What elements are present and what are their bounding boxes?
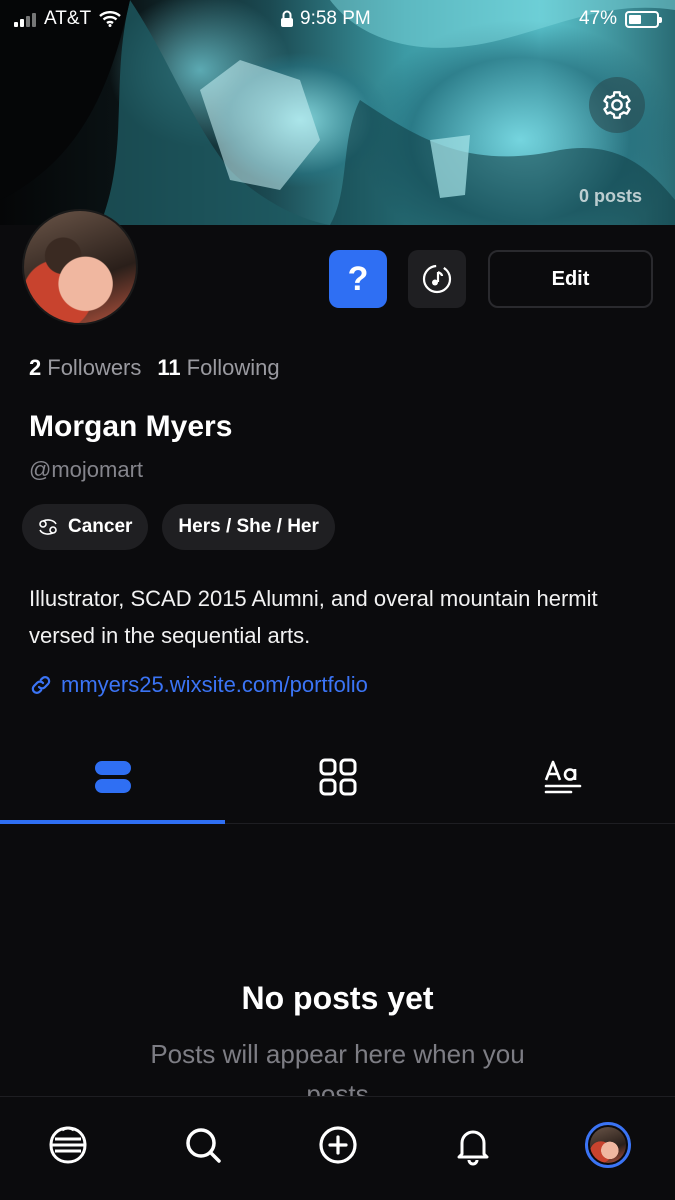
music-note-icon [422,264,452,294]
cancer-zodiac-icon [39,519,57,535]
battery-percent: 47% [578,8,617,29]
content-tabs [0,730,675,824]
pronouns-chip[interactable]: Hers / She / Her [162,504,335,550]
followers-label: Followers [47,355,142,380]
bottom-navigation [0,1096,675,1200]
nav-notifications[interactable] [443,1115,503,1175]
profile-bio: Illustrator, SCAD 2015 Alumni, and overa… [29,586,598,648]
clock-time: 9:58 PM [300,8,371,29]
portfolio-link-text: mmyers25.wixsite.com/portfolio [61,672,368,697]
zodiac-chip[interactable]: Cancer [22,504,149,550]
following-label: Following [186,355,280,380]
nav-search[interactable] [173,1115,233,1175]
carrier-label: AT&T [44,8,92,29]
wifi-icon [99,11,121,27]
profile-avatar-small [584,1121,631,1168]
portfolio-link[interactable]: mmyers25.wixsite.com/portfolio [29,672,368,698]
following-link[interactable]: 11 Following [157,355,279,381]
banner-posts-count: 0 posts [578,186,642,206]
list-view-icon [94,760,131,793]
search-icon [185,1127,221,1163]
gear-icon [603,91,631,119]
plus-circle-icon [318,1125,357,1164]
tab-text-view[interactable] [450,730,675,823]
help-button[interactable]: ? [329,250,387,308]
empty-state-title: No posts yet [241,980,434,1016]
battery-icon [625,10,662,28]
bell-icon [457,1130,488,1165]
link-icon [31,676,51,694]
edit-profile-button[interactable]: Edit [488,250,653,308]
lock-icon [281,10,293,27]
follow-stats: 2 Followers 11 Following [29,355,280,381]
music-button[interactable] [408,250,466,308]
zodiac-label: Cancer [68,516,133,537]
status-bar: AT&T 9:58 PM 47% [0,0,675,40]
followers-link[interactable]: 2 Followers [29,355,141,381]
signal-icon [14,11,36,27]
empty-state-subtitle: Posts will appear here when you posts [150,1039,525,1096]
nav-profile[interactable] [578,1115,638,1175]
text-view-icon [544,760,581,793]
profile-avatar[interactable] [22,209,138,325]
display-name: Morgan Myers [29,410,233,443]
hive-home-icon [48,1125,87,1164]
grid-view-icon [319,758,356,795]
nav-home[interactable] [38,1115,98,1175]
nav-create-post[interactable] [308,1115,368,1175]
followers-count: 2 [29,355,42,380]
following-count: 11 [157,355,181,380]
tab-grid-view[interactable] [225,730,450,823]
user-handle: @mojomart [29,457,144,482]
tab-list-view[interactable] [0,730,225,824]
profile-chips: Cancer Hers / She / Her [22,504,335,550]
settings-button[interactable] [589,77,645,133]
pronouns-label: Hers / She / Her [178,516,319,537]
